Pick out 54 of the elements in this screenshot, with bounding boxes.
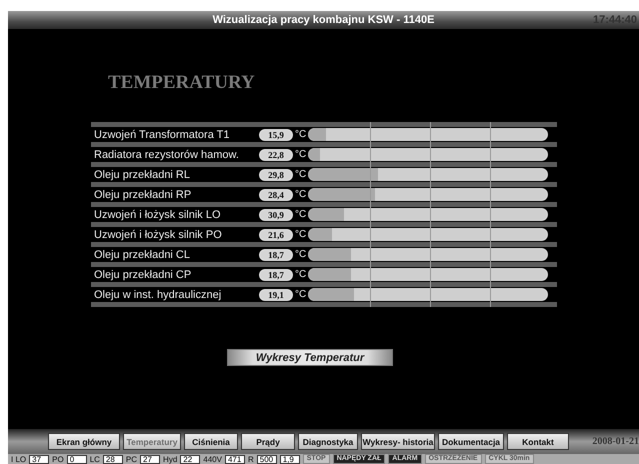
reading-label: 440V (203, 454, 222, 464)
unit-label: °C (295, 249, 308, 260)
reading-value: 500 (256, 454, 277, 464)
unit-label: °C (295, 189, 308, 200)
unit-label: °C (295, 289, 308, 300)
unit-label: °C (295, 169, 308, 180)
sensor-name: Uzwojeń i łożysk silnik PO (93, 228, 223, 240)
unit-label: °C (295, 269, 308, 280)
temperature-value: 21,6 (259, 228, 293, 240)
nav-tab[interactable]: Ekran główny (48, 433, 120, 450)
sensor-name: Oleju przekładni RL (93, 168, 191, 180)
reading-value: 28 (102, 454, 123, 464)
temperature-value: 22,8 (259, 148, 293, 160)
unit-label: °C (295, 229, 308, 240)
date-label: 2008-01-21 (592, 436, 639, 447)
temperature-value: 30,9 (259, 208, 293, 220)
sensor-name: Oleju przekładni CL (93, 248, 191, 260)
unit-label: °C (295, 149, 308, 160)
temperature-value: 19,1 (259, 288, 293, 300)
reading-value: 471 (224, 454, 245, 464)
unit-label: °C (295, 209, 308, 220)
temperature-value: 28,4 (259, 188, 293, 200)
reading-value: 1,9 (280, 454, 300, 464)
reading-value: 27 (140, 454, 160, 464)
reading-label: Hyd (163, 454, 178, 464)
reading-label: I LO (11, 454, 26, 464)
nav-tab[interactable]: Wykresy- historia (361, 433, 435, 450)
temperature-value: 15,9 (259, 128, 293, 140)
reading-label: PC (126, 454, 138, 464)
reading-value: 37 (29, 454, 50, 464)
nav-tab[interactable]: Dokumentacja (438, 433, 504, 450)
reading-label: LC (90, 454, 100, 464)
unit-label: °C (295, 129, 308, 140)
charts-button[interactable]: Wykresy Temperatur (227, 349, 393, 366)
temperature-value: 29,8 (259, 168, 293, 180)
temperature-value: 18,7 (259, 248, 293, 260)
reading-value: 22 (180, 454, 200, 464)
reading-value: 0 (66, 454, 87, 464)
nav-tab[interactable]: Prądy (241, 433, 295, 450)
sensor-name: Oleju w inst. hydraulicznej (93, 288, 222, 300)
window-title: Wizualizacja pracy kombajnu KSW - 1140E (212, 14, 434, 26)
sensor-name: Uzwojeń Transformatora T1 (93, 128, 231, 140)
sensor-name: Oleju przekładni CP (93, 268, 192, 280)
clock-time: 17:44:40 (592, 14, 637, 26)
nav-tab[interactable]: Ciśnienia (184, 433, 238, 450)
page-heading: TEMPERATURY (108, 72, 255, 94)
temperature-value: 18,7 (259, 268, 293, 280)
sensor-name: Uzwojeń i łożysk silnik LO (93, 208, 222, 220)
reading-label: PO (52, 454, 64, 464)
sensor-name: Radiatora rezystorów hamow. (93, 148, 240, 160)
sensor-name: Oleju przekładni RP (93, 188, 192, 200)
nav-tab[interactable]: Kontakt (507, 433, 569, 450)
nav-tab[interactable]: Diagnostyka (298, 433, 358, 450)
reading-label: R (248, 454, 254, 464)
